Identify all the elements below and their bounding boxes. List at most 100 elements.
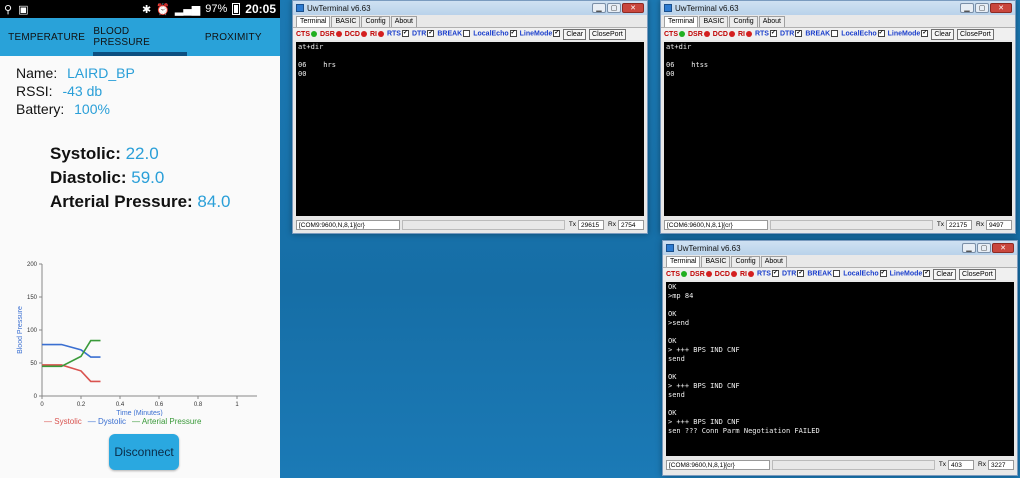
ri-text: RI bbox=[369, 30, 377, 38]
close-button[interactable]: ✕ bbox=[990, 3, 1012, 13]
device-info: Name: LAIRD_BP RSSI: -43 db Battery: 100… bbox=[0, 56, 280, 118]
disconnect-button[interactable]: Disconnect bbox=[109, 434, 179, 470]
tab-blood-pressure[interactable]: BLOOD PRESSURE bbox=[93, 18, 187, 56]
terminal-console[interactable]: at+dir 06 htss 00 bbox=[664, 42, 1012, 216]
y-tick-label: 200 bbox=[27, 262, 38, 268]
x-tick-label: 0.4 bbox=[116, 402, 125, 408]
localecho-checkbox[interactable]: LocalEcho ✓ bbox=[841, 30, 885, 38]
break-checkbox[interactable]: BREAK bbox=[437, 30, 471, 38]
app-icon bbox=[666, 244, 674, 252]
dcd-label: DCD bbox=[345, 31, 367, 38]
closeport-button[interactable]: ClosePort bbox=[957, 28, 994, 40]
info-value: 100% bbox=[74, 101, 110, 117]
maximize-button[interactable]: ▢ bbox=[975, 3, 989, 13]
dsr-label: DSR bbox=[320, 31, 342, 38]
status-spacer bbox=[770, 219, 933, 230]
tab-proximity[interactable]: PROXIMITY bbox=[187, 18, 280, 56]
closeport-button[interactable]: ClosePort bbox=[589, 28, 626, 40]
linemode-checkbox[interactable]: LineMode ✓ bbox=[888, 30, 929, 38]
close-button[interactable]: ✕ bbox=[992, 243, 1014, 253]
linemode-checkbox[interactable]: LineMode ✓ bbox=[520, 30, 561, 38]
window-title: UwTerminal v6.63 bbox=[675, 3, 739, 13]
bp-chart-svg: 0 50 100 150 200 0 0.2 0.4 0.6 0.8 1 Time (Minutes)… bbox=[17, 262, 257, 417]
dtr-text: DTR bbox=[779, 30, 795, 38]
status-line: [COM9:9600,N,8,1]{cr} Tx 29615 Rx 2754 bbox=[296, 219, 644, 230]
dcd-text: DCD bbox=[714, 270, 730, 278]
maximize-button[interactable]: ▢ bbox=[607, 3, 621, 13]
dcd-led-icon bbox=[730, 270, 737, 277]
dtr-checkbox[interactable]: DTR ✓ bbox=[782, 270, 805, 278]
rx-label: Rx bbox=[976, 221, 984, 228]
rts-checkbox[interactable]: RTS ✓ bbox=[757, 270, 779, 278]
break-checkbox[interactable]: BREAK bbox=[805, 30, 839, 38]
cts-text: CTS bbox=[666, 270, 680, 278]
tx-count: 29615 bbox=[578, 219, 605, 230]
window-titlebar[interactable]: UwTerminal v6.63 ▁ ▢ ✕ bbox=[663, 241, 1017, 255]
dtr-checkbox[interactable]: DTR ✓ bbox=[412, 30, 435, 38]
cts-text: CTS bbox=[664, 30, 678, 38]
legend-label: Systolic bbox=[54, 417, 82, 426]
tab-about[interactable]: About bbox=[758, 16, 785, 27]
localecho-checkbox[interactable]: LocalEcho ✓ bbox=[843, 270, 887, 278]
info-label: Name: bbox=[16, 65, 58, 81]
legend-arterial: — Arterial Pressure bbox=[132, 417, 202, 426]
tab-terminal[interactable]: Terminal bbox=[296, 16, 331, 27]
break-text: BREAK bbox=[805, 30, 831, 38]
reading-value: 22.0 bbox=[125, 144, 159, 163]
cts-label: CTS bbox=[666, 271, 687, 278]
dsr-text: DSR bbox=[320, 30, 335, 38]
clear-button[interactable]: Clear bbox=[933, 268, 957, 280]
dsr-label: DSR bbox=[690, 271, 712, 278]
rts-text: RTS bbox=[386, 30, 401, 38]
tab-terminal[interactable]: Terminal bbox=[666, 256, 701, 267]
tab-basic[interactable]: BASIC bbox=[699, 16, 729, 27]
tab-basic[interactable]: BASIC bbox=[701, 256, 731, 267]
closeport-button[interactable]: ClosePort bbox=[959, 268, 996, 280]
clear-button[interactable]: Clear bbox=[563, 28, 587, 40]
cts-text: CTS bbox=[296, 30, 310, 38]
dtr-checkbox[interactable]: DTR ✓ bbox=[779, 30, 803, 38]
rx-count: 2754 bbox=[618, 219, 644, 230]
window-titlebar[interactable]: UwTerminal v6.63 ▁ ▢ ✕ bbox=[661, 1, 1015, 15]
tab-about[interactable]: About bbox=[390, 16, 417, 27]
maximize-button[interactable]: ▢ bbox=[977, 243, 991, 253]
signal-controls: CTS DSR DCD RI RTS ✓ DTR ✓ BREAK LocalEcho… bbox=[293, 27, 647, 40]
terminal-tabbar: Terminal BASIC Config About bbox=[661, 16, 1015, 27]
x-tick-label: 0 bbox=[40, 402, 44, 408]
checkbox-empty-icon bbox=[831, 30, 839, 38]
window-titlebar[interactable]: UwTerminal v6.63 ▁ ▢ ✕ bbox=[293, 1, 647, 15]
reading-label: Systolic: bbox=[50, 144, 121, 163]
break-checkbox[interactable]: BREAK bbox=[807, 270, 841, 278]
alarm-icon: ⏰ bbox=[156, 2, 170, 16]
minimize-button[interactable]: ▁ bbox=[960, 3, 974, 13]
reading-diastolic: Diastolic: 59.0 bbox=[50, 166, 280, 190]
linemode-checkbox[interactable]: LineMode ✓ bbox=[890, 270, 931, 278]
localecho-checkbox[interactable]: LocalEcho ✓ bbox=[473, 30, 517, 38]
check-icon: ✓ bbox=[877, 30, 885, 38]
rts-checkbox[interactable]: RTS ✓ bbox=[386, 30, 409, 38]
close-button[interactable]: ✕ bbox=[622, 3, 644, 13]
terminal-console[interactable]: OK >mp 84 OK >send OK > +++ BPS IND CNF … bbox=[666, 282, 1014, 456]
dsr-led-icon bbox=[705, 270, 712, 277]
clear-button[interactable]: Clear bbox=[931, 28, 955, 40]
reading-label: Arterial Pressure: bbox=[50, 192, 193, 211]
rts-checkbox[interactable]: RTS ✓ bbox=[755, 30, 777, 38]
terminal-window-3: UwTerminal v6.63 ▁ ▢ ✕ Terminal BASIC Co… bbox=[662, 240, 1018, 476]
tab-about[interactable]: About bbox=[760, 256, 787, 267]
tab-basic[interactable]: BASIC bbox=[331, 16, 361, 27]
terminal-console[interactable]: at+dir 06 hrs 00 bbox=[296, 42, 644, 216]
tab-config[interactable]: Config bbox=[361, 16, 390, 27]
minimize-button[interactable]: ▁ bbox=[592, 3, 606, 13]
ri-led-icon bbox=[747, 270, 754, 277]
tab-temperature[interactable]: TEMPERATURE bbox=[0, 18, 93, 56]
dcd-label: DCD bbox=[715, 271, 737, 278]
minimize-button[interactable]: ▁ bbox=[962, 243, 976, 253]
tab-config[interactable]: Config bbox=[729, 16, 758, 27]
tx-label: Tx bbox=[568, 221, 577, 228]
tab-config[interactable]: Config bbox=[731, 256, 760, 267]
check-icon: ✓ bbox=[923, 270, 931, 278]
window-title: UwTerminal v6.63 bbox=[307, 3, 371, 13]
port-settings: [COM6:9600,N,8,1]{cr} bbox=[664, 219, 768, 230]
y-tick-label: 0 bbox=[34, 394, 38, 400]
tab-terminal[interactable]: Terminal bbox=[664, 16, 699, 27]
